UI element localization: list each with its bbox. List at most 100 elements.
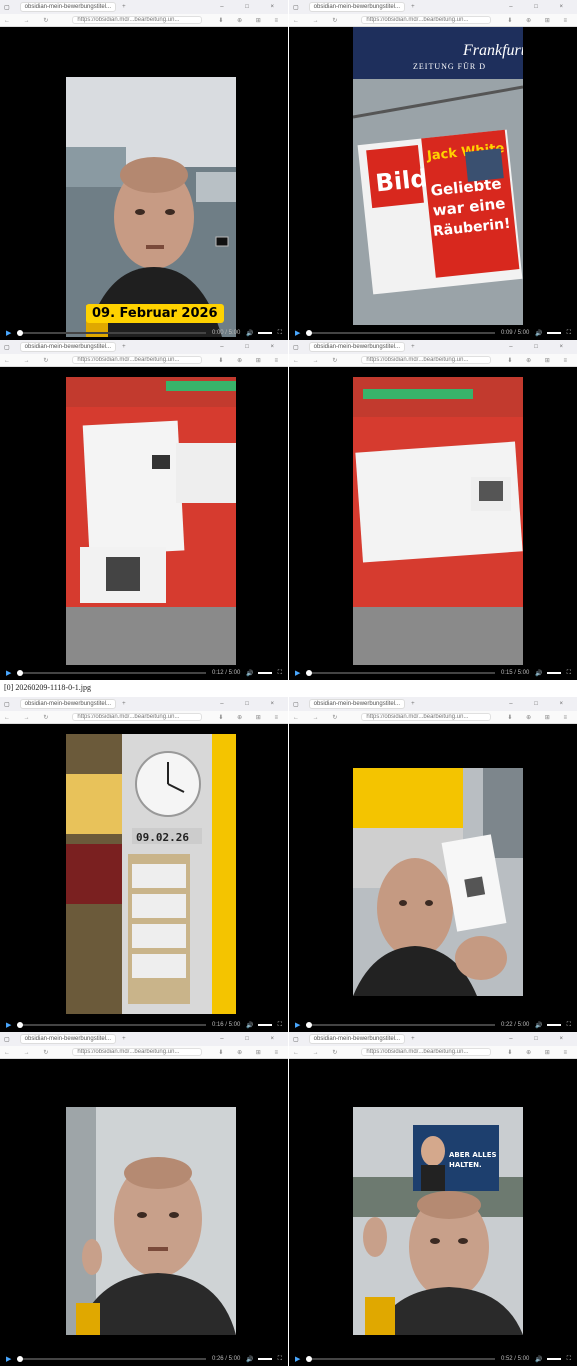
video-frame[interactable]: [353, 377, 523, 665]
fullscreen-icon[interactable]: ⛶: [278, 1356, 282, 1363]
video-frame[interactable]: [66, 377, 236, 665]
browser-tab[interactable]: obsidian-mein-bewerbungstitel...: [19, 2, 117, 12]
volume-icon[interactable]: 🔊: [535, 670, 542, 677]
video-frame[interactable]: 09.02.26: [66, 734, 236, 1014]
volume-slider[interactable]: [257, 672, 272, 674]
nav-buttons[interactable]: ← → ↻: [4, 714, 54, 721]
new-tab-button[interactable]: +: [411, 4, 415, 10]
browser-tab[interactable]: obsidian-mein-bewerbungstitel...: [308, 1034, 406, 1044]
nav-buttons[interactable]: ← → ↻: [4, 1049, 54, 1056]
browser-tab[interactable]: obsidian-mein-bewerbungstitel...: [19, 699, 117, 709]
video-frame[interactable]: Frankfurter ZEITUNG FÜR D Bild Jack Whit…: [353, 27, 523, 325]
volume-slider[interactable]: [546, 332, 561, 334]
fullscreen-icon[interactable]: ⛶: [567, 1356, 571, 1363]
video-frame[interactable]: 09. Februar 2026: [66, 77, 236, 337]
play-icon[interactable]: ▶: [295, 669, 300, 677]
window-controls[interactable]: – □ ×: [220, 344, 284, 350]
nav-buttons[interactable]: ← → ↻: [4, 17, 54, 24]
seek-bar[interactable]: [17, 1022, 206, 1028]
video-frame[interactable]: ABER ALLES HALTEN.: [353, 1107, 523, 1335]
window-controls[interactable]: – □ ×: [220, 1036, 284, 1042]
volume-icon[interactable]: 🔊: [535, 1356, 542, 1363]
toolbar-icons[interactable]: ⬇ ⊕ ⊞ ≡: [218, 17, 284, 24]
seek-handle[interactable]: [306, 670, 313, 676]
seek-bar[interactable]: [306, 1022, 495, 1028]
fullscreen-icon[interactable]: ⛶: [278, 330, 282, 337]
new-tab-button[interactable]: +: [411, 701, 415, 707]
address-field[interactable]: https://obsidian.md/...bearbeitung.un...: [72, 713, 203, 721]
browser-tab[interactable]: obsidian-mein-bewerbungstitel...: [308, 699, 406, 709]
seek-handle[interactable]: [306, 1022, 313, 1028]
toolbar-icons[interactable]: ⬇ ⊕ ⊞ ≡: [218, 714, 284, 721]
seek-bar[interactable]: [306, 330, 495, 336]
seek-handle[interactable]: [17, 1022, 24, 1028]
fullscreen-icon[interactable]: ⛶: [278, 1022, 282, 1029]
play-icon[interactable]: ▶: [295, 1021, 300, 1029]
volume-icon[interactable]: 🔊: [246, 330, 253, 337]
address-field[interactable]: https://obsidian.md/...bearbeitung.un...: [361, 16, 492, 24]
seek-handle[interactable]: [17, 1356, 24, 1362]
nav-buttons[interactable]: ← → ↻: [293, 1049, 343, 1056]
volume-icon[interactable]: 🔊: [246, 670, 253, 677]
browser-tab[interactable]: obsidian-mein-bewerbungstitel...: [19, 342, 117, 352]
seek-handle[interactable]: [17, 330, 24, 336]
address-field[interactable]: https://obsidian.md/...bearbeitung.un...: [361, 713, 492, 721]
volume-slider[interactable]: [257, 1024, 272, 1026]
new-tab-button[interactable]: +: [122, 344, 126, 350]
play-icon[interactable]: ▶: [6, 1355, 11, 1363]
nav-buttons[interactable]: ← → ↻: [293, 17, 343, 24]
nav-buttons[interactable]: ← → ↻: [293, 357, 343, 364]
volume-icon[interactable]: 🔊: [246, 1022, 253, 1029]
window-controls[interactable]: – □ ×: [220, 4, 284, 10]
nav-buttons[interactable]: ← → ↻: [293, 714, 343, 721]
address-field[interactable]: https://obsidian.md/...bearbeitung.un...: [361, 1048, 492, 1056]
volume-slider[interactable]: [546, 672, 561, 674]
toolbar-icons[interactable]: ⬇ ⊕ ⊞ ≡: [218, 357, 284, 364]
fullscreen-icon[interactable]: ⛶: [567, 1022, 571, 1029]
seek-handle[interactable]: [306, 330, 313, 336]
seek-bar[interactable]: [17, 1356, 206, 1362]
window-controls[interactable]: – □ ×: [509, 344, 573, 350]
fullscreen-icon[interactable]: ⛶: [567, 330, 571, 337]
play-icon[interactable]: ▶: [295, 1355, 300, 1363]
seek-handle[interactable]: [306, 1356, 313, 1362]
new-tab-button[interactable]: +: [122, 1036, 126, 1042]
seek-bar[interactable]: [17, 330, 206, 336]
new-tab-button[interactable]: +: [411, 344, 415, 350]
window-controls[interactable]: – □ ×: [509, 701, 573, 707]
nav-buttons[interactable]: ← → ↻: [4, 357, 54, 364]
new-tab-button[interactable]: +: [411, 1036, 415, 1042]
new-tab-button[interactable]: +: [122, 4, 126, 10]
volume-slider[interactable]: [257, 1358, 272, 1360]
seek-bar[interactable]: [306, 670, 495, 676]
volume-icon[interactable]: 🔊: [535, 330, 542, 337]
fullscreen-icon[interactable]: ⛶: [278, 670, 282, 677]
address-field[interactable]: https://obsidian.md/...bearbeitung.un...: [72, 356, 203, 364]
volume-icon[interactable]: 🔊: [535, 1022, 542, 1029]
address-field[interactable]: https://obsidian.md/...bearbeitung.un...: [361, 356, 492, 364]
seek-handle[interactable]: [17, 670, 24, 676]
volume-slider[interactable]: [546, 1358, 561, 1360]
toolbar-icons[interactable]: ⬇ ⊕ ⊞ ≡: [507, 357, 573, 364]
window-controls[interactable]: – □ ×: [509, 4, 573, 10]
play-icon[interactable]: ▶: [295, 329, 300, 337]
address-field[interactable]: https://obsidian.md/...bearbeitung.un...: [72, 16, 203, 24]
play-icon[interactable]: ▶: [6, 669, 11, 677]
browser-tab[interactable]: obsidian-mein-bewerbungstitel...: [308, 342, 406, 352]
seek-bar[interactable]: [306, 1356, 495, 1362]
new-tab-button[interactable]: +: [122, 701, 126, 707]
browser-tab[interactable]: obsidian-mein-bewerbungstitel...: [19, 1034, 117, 1044]
fullscreen-icon[interactable]: ⛶: [567, 670, 571, 677]
address-field[interactable]: https://obsidian.md/...bearbeitung.un...: [72, 1048, 203, 1056]
volume-slider[interactable]: [546, 1024, 561, 1026]
play-icon[interactable]: ▶: [6, 329, 11, 337]
video-frame[interactable]: [66, 1107, 236, 1335]
volume-icon[interactable]: 🔊: [246, 1356, 253, 1363]
play-icon[interactable]: ▶: [6, 1021, 11, 1029]
seek-bar[interactable]: [17, 670, 206, 676]
toolbar-icons[interactable]: ⬇ ⊕ ⊞ ≡: [507, 714, 573, 721]
browser-tab[interactable]: obsidian-mein-bewerbungstitel...: [308, 2, 406, 12]
toolbar-icons[interactable]: ⬇ ⊕ ⊞ ≡: [218, 1049, 284, 1056]
toolbar-icons[interactable]: ⬇ ⊕ ⊞ ≡: [507, 17, 573, 24]
window-controls[interactable]: – □ ×: [509, 1036, 573, 1042]
